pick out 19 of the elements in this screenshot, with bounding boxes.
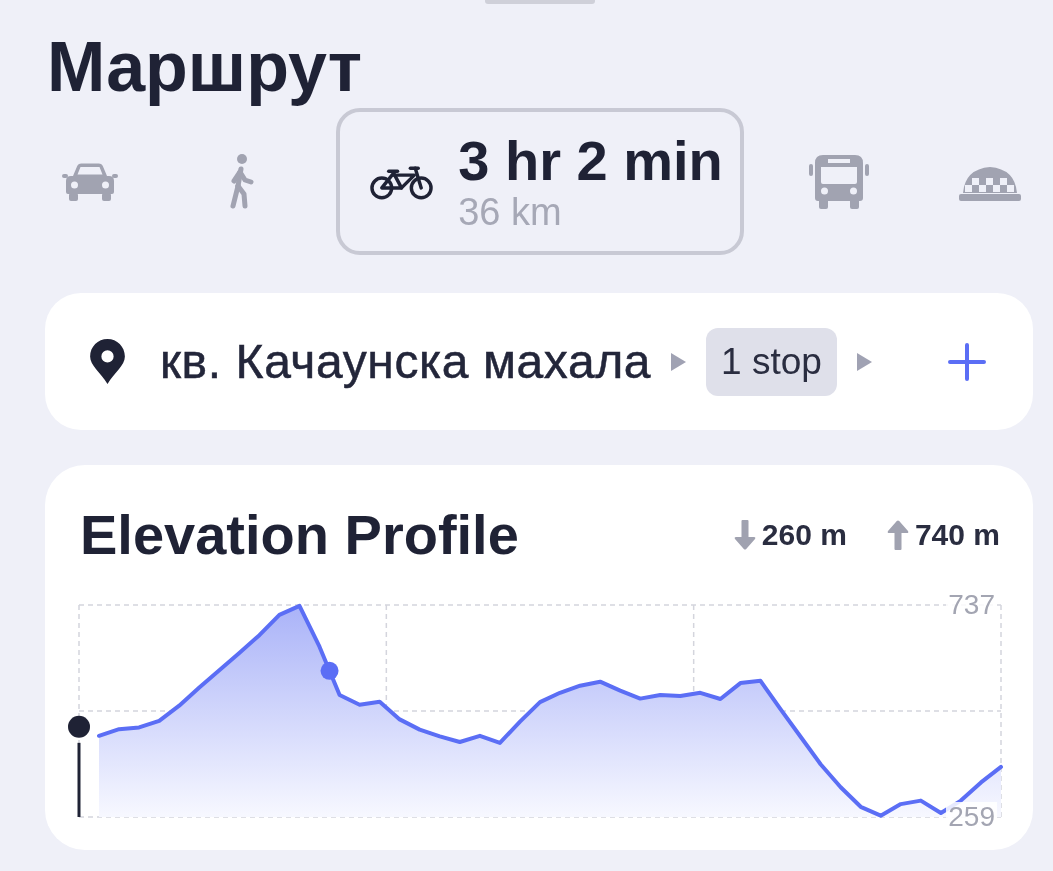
arrow-down-icon: [733, 520, 756, 550]
add-stop-button[interactable]: [948, 342, 986, 381]
stops-chip[interactable]: 1 stop: [706, 327, 837, 396]
bicycle-icon: [370, 163, 434, 200]
drag-handle[interactable]: [485, 0, 595, 4]
plus-icon: [948, 342, 986, 381]
card-title: Elevation Profile: [80, 502, 519, 568]
car-icon: [62, 161, 118, 202]
ascent-value: 740 m: [914, 518, 1000, 552]
travel-mode-tab[interactable]: 3 hr 2 min 36 km: [336, 108, 744, 255]
destination-text: кв. Качаунска махала: [160, 334, 652, 389]
bus-icon: [809, 153, 870, 210]
page-title: Маршрут: [47, 27, 363, 108]
location-pin-icon: [90, 339, 125, 384]
descent-value: 260 m: [761, 518, 847, 552]
triangle-icon: [856, 352, 872, 371]
triangle-icon: [671, 352, 687, 371]
arrow-up-icon: [886, 520, 909, 550]
position-marker: [320, 661, 339, 680]
